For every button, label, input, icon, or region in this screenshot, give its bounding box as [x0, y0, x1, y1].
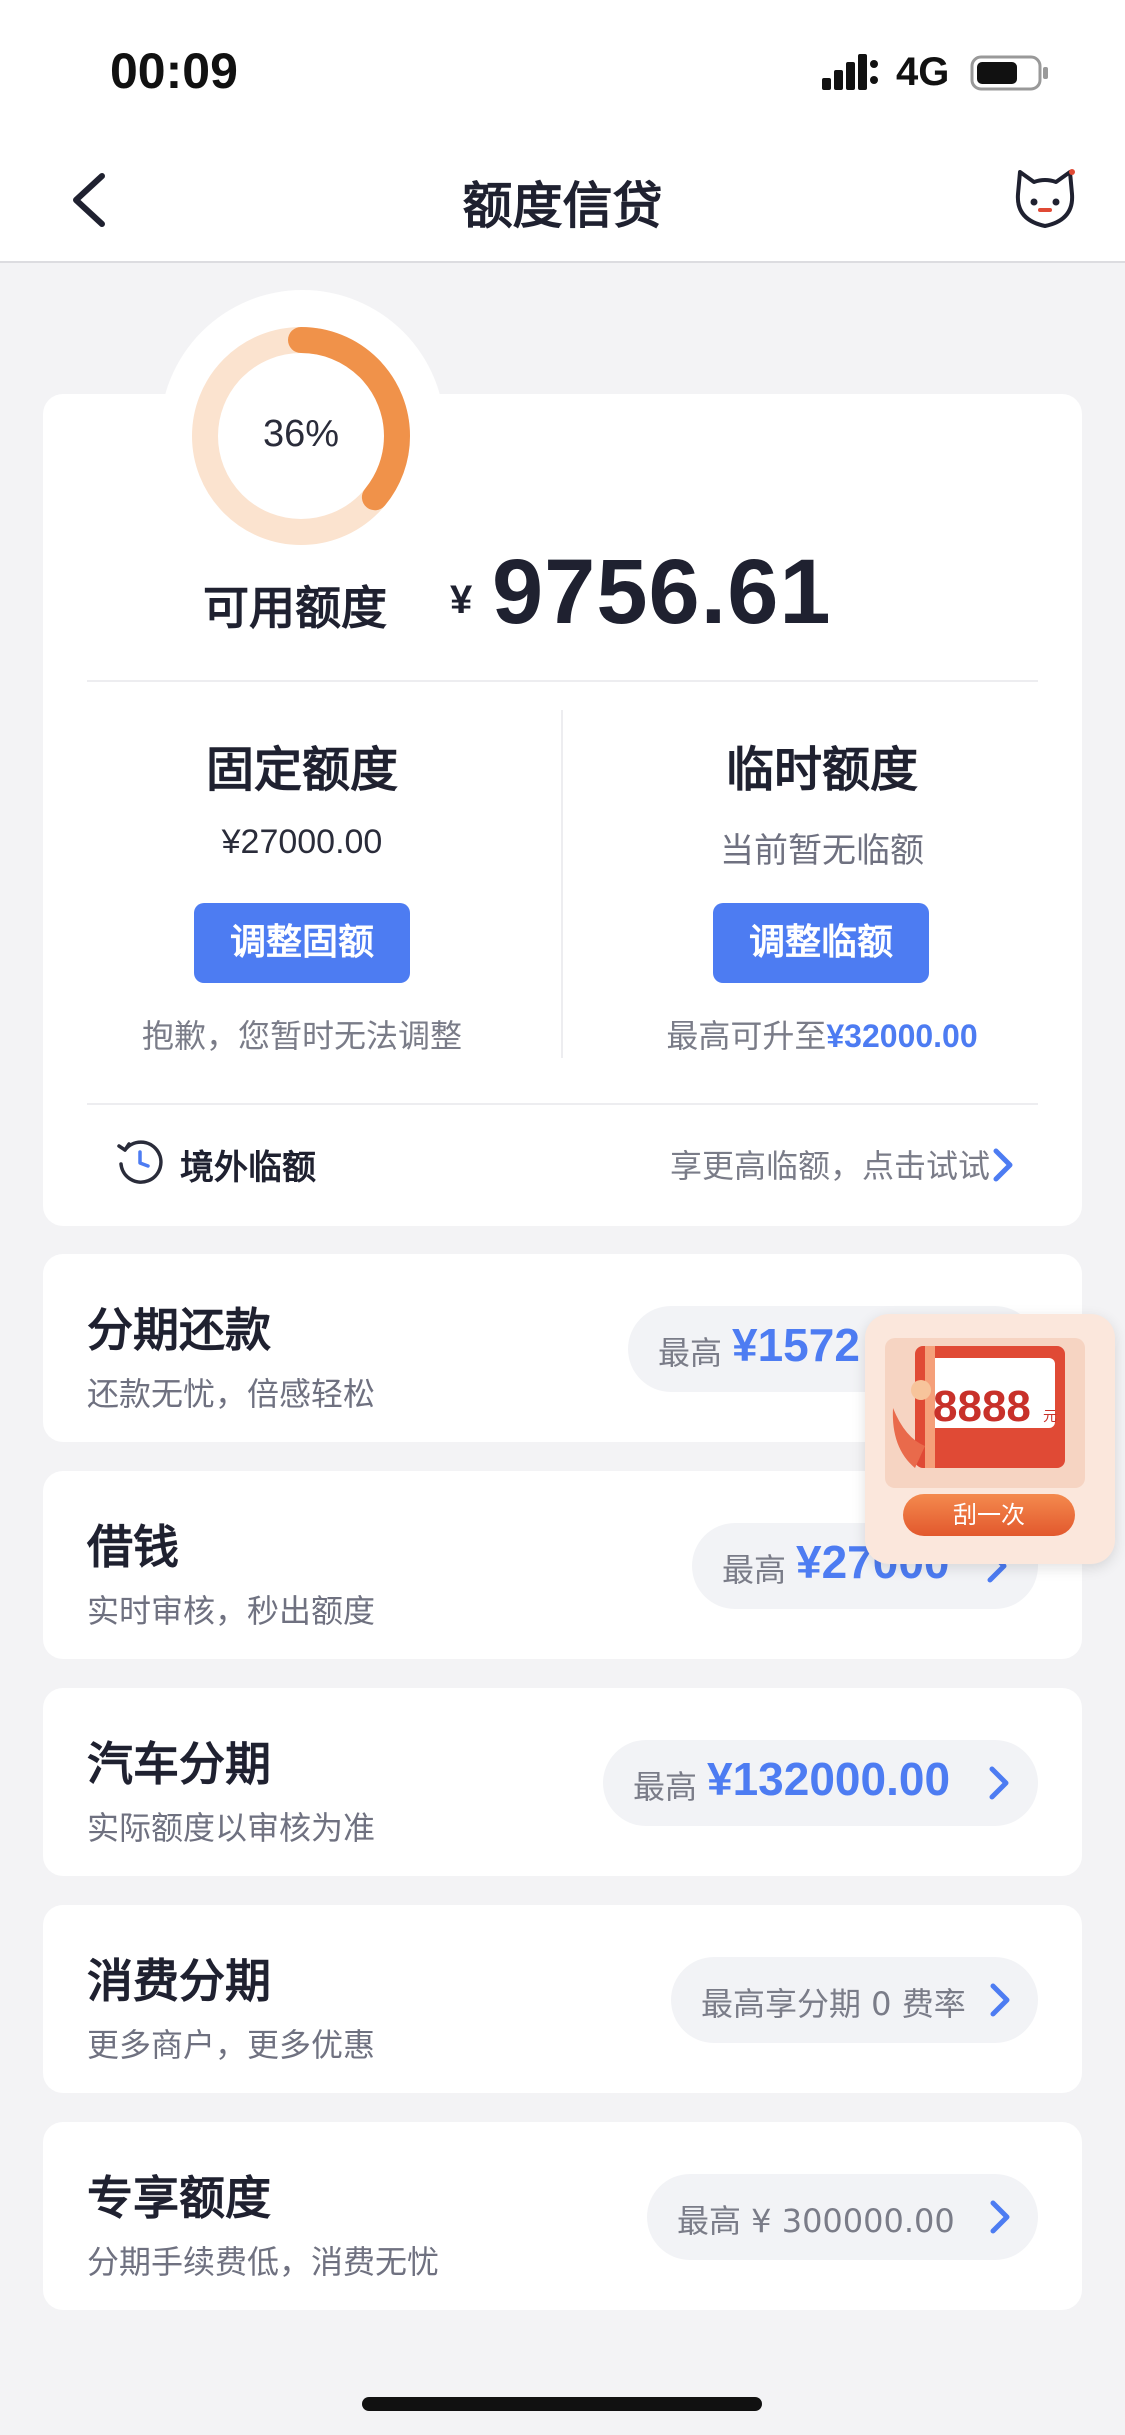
product-row[interactable]: 专享额度 分期手续费低，消费无忧 最高 ¥ 300000.00	[43, 2122, 1082, 2310]
product-title: 分期还款	[87, 1303, 271, 1357]
limit-prefix: 最高	[633, 1768, 698, 1806]
fixed-credit-amount: ¥27000.00	[221, 823, 383, 861]
product-limit-pill[interactable]: 最高 ¥132000.00	[603, 1740, 1038, 1826]
page-title: 额度信贷	[462, 177, 663, 235]
chevron-right-icon[interactable]	[990, 1145, 1016, 1185]
available-amount: 9756.61	[492, 541, 832, 643]
temp-credit-note: 最高可升至¥32000.00	[582, 1011, 1062, 1057]
product-subtitle: 分期手续费低，消费无忧	[87, 2243, 440, 2281]
product-row[interactable]: 汽车分期 实际额度以审核为准 最高 ¥132000.00	[43, 1688, 1082, 1876]
product-subtitle: 更多商户，更多优惠	[87, 2026, 376, 2064]
temp-note-prefix: 最高可升至	[666, 1017, 827, 1055]
overseas-clock-icon	[117, 1140, 163, 1184]
overseas-credit-label[interactable]: 境外临额	[180, 1140, 316, 1189]
divider	[87, 680, 1038, 682]
usage-percent: 36%	[262, 413, 340, 455]
overseas-credit-hint[interactable]: 享更高临额，点击试试	[670, 1141, 990, 1187]
promo-unit: 元	[1043, 1409, 1057, 1425]
temp-credit-title: 临时额度	[725, 742, 918, 798]
divider	[87, 1103, 1038, 1105]
mascot-icon[interactable]	[1010, 164, 1080, 234]
product-title: 汽车分期	[87, 1737, 271, 1791]
temp-note-amount: ¥32000.00	[826, 1018, 978, 1054]
product-title: 借钱	[87, 1520, 179, 1574]
chevron-right-icon	[990, 2200, 1010, 2234]
scratch-card-promo[interactable]: 8888 元 刮一次	[865, 1314, 1115, 1564]
status-time: 00:09	[110, 43, 238, 99]
product-limit-pill[interactable]: 最高 ¥ 300000.00	[647, 2174, 1038, 2260]
fixed-credit-title: 固定额度	[205, 742, 398, 798]
available-label: 可用额度	[203, 581, 387, 635]
product-subtitle: 实时审核，秒出额度	[87, 1592, 376, 1630]
signal-icon	[822, 54, 878, 90]
product-subtitle: 实际额度以审核为准	[87, 1809, 376, 1847]
limit-amount: ¥132000.00	[707, 1753, 951, 1805]
product-title: 消费分期	[87, 1954, 271, 2008]
temp-credit-status: 当前暂无临额	[720, 831, 924, 871]
product-title: 专享额度	[87, 2171, 271, 2225]
limit-prefix: 最高	[722, 1551, 787, 1589]
limit-text: 最高 ¥ 300000.00	[677, 2202, 955, 2240]
chevron-right-icon	[990, 1983, 1010, 2017]
scratch-button[interactable]: 刮一次	[903, 1494, 1075, 1536]
limit-amount: ¥1572	[732, 1319, 860, 1371]
limit-text: 最高享分期 0 费率	[701, 1985, 966, 2023]
battery-icon	[970, 55, 1048, 91]
adjust-fixed-button[interactable]: 调整固额	[194, 903, 410, 983]
promo-amount: 8888	[933, 1382, 1031, 1431]
available-currency: ¥	[450, 578, 473, 622]
fixed-credit-note: 抱歉，您暂时无法调整	[141, 1017, 462, 1055]
product-subtitle: 还款无忧，倍感轻松	[87, 1375, 376, 1413]
adjust-temp-button[interactable]: 调整临额	[713, 903, 929, 983]
product-row[interactable]: 消费分期 更多商户，更多优惠 最高享分期 0 费率	[43, 1905, 1082, 2093]
limit-prefix: 最高	[658, 1334, 723, 1372]
column-divider	[561, 710, 563, 1058]
network-type: 4G	[896, 50, 950, 94]
home-indicator	[362, 2397, 762, 2411]
product-limit-pill[interactable]: 最高享分期 0 费率	[671, 1957, 1038, 2043]
status-bar: 00:09 4G	[0, 0, 1125, 140]
nav-bar: 额度信贷	[0, 140, 1125, 263]
chevron-right-icon	[989, 1766, 1009, 1800]
